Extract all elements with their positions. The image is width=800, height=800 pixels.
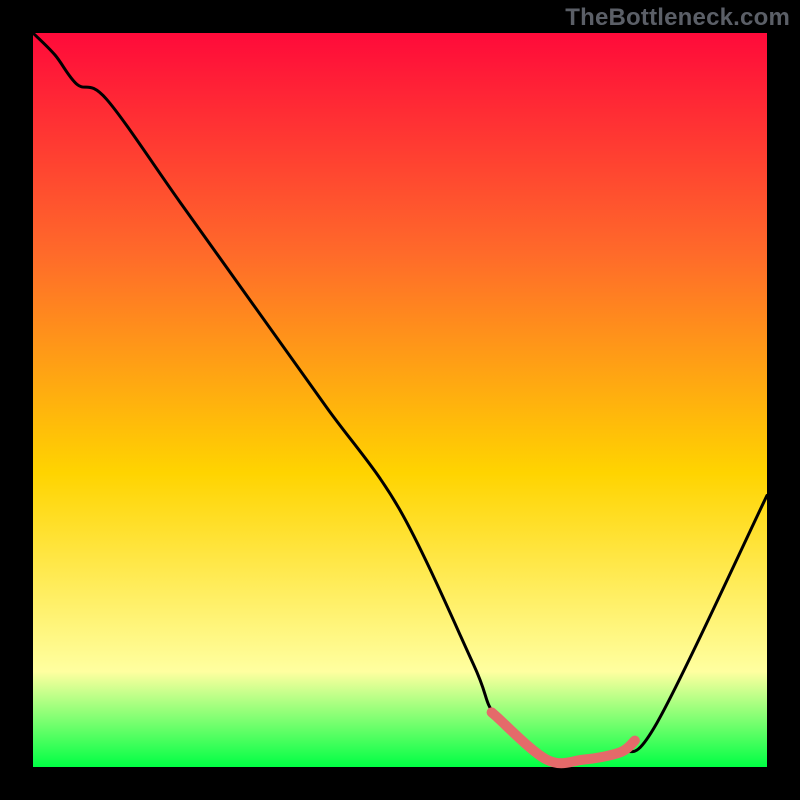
- gradient-background: [33, 33, 767, 767]
- bottleneck-plot: [0, 0, 800, 800]
- chart-stage: TheBottleneck.com: [0, 0, 800, 800]
